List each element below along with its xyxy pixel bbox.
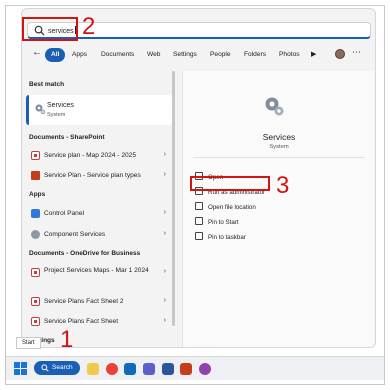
gear-icon: [31, 230, 40, 239]
search-icon: [41, 364, 49, 372]
list-item[interactable]: Service plan - Map 2024 - 2025 ›: [27, 147, 169, 165]
tab-people[interactable]: People: [206, 48, 235, 62]
results-scrollbar[interactable]: [172, 71, 175, 326]
detail-title: Services: [262, 132, 296, 142]
annotation-number-3: 3: [276, 172, 290, 199]
tab-folders[interactable]: Folders: [240, 48, 270, 62]
chrome-icon[interactable]: [106, 363, 118, 375]
list-item[interactable]: Service Plan - Service plan types ›: [27, 167, 169, 185]
chevron-right-icon[interactable]: ›: [164, 151, 166, 158]
chevron-right-icon[interactable]: ›: [164, 317, 166, 324]
open-file-location-action[interactable]: Open file location: [195, 202, 256, 214]
services-gear-icon: [35, 104, 46, 115]
word-icon[interactable]: [162, 363, 174, 375]
search-input[interactable]: services: [27, 22, 371, 39]
control-panel-icon: [31, 209, 40, 218]
pin-to-start-action[interactable]: Pin to Start: [195, 217, 239, 229]
tab-photos[interactable]: Photos: [275, 48, 304, 62]
filter-tabs: ← All Apps Documents Web Settings People…: [22, 45, 375, 65]
list-item[interactable]: Project Services Maps - Mar 1 2024 ›: [27, 264, 169, 288]
more-tabs-arrow-icon[interactable]: ▶: [307, 48, 320, 62]
pdf-icon: [31, 151, 40, 160]
chevron-right-icon[interactable]: ›: [164, 209, 166, 216]
annotation-number-2: 2: [82, 13, 96, 40]
results-list: Best match Services System Documents - S…: [22, 71, 175, 347]
folder-icon: [195, 202, 203, 210]
list-item[interactable]: Control Panel ›: [27, 205, 169, 223]
pin-to-taskbar-action[interactable]: Pin to taskbar: [195, 232, 246, 244]
tab-web[interactable]: Web: [143, 48, 164, 62]
app-icon[interactable]: [199, 363, 211, 375]
teams-icon[interactable]: [143, 363, 155, 375]
outlook-icon[interactable]: [124, 363, 136, 375]
pdf-icon: [31, 317, 40, 326]
tab-all[interactable]: All: [45, 48, 66, 62]
section-sharepoint: Documents - SharePoint: [29, 134, 105, 141]
detail-subtitle: System: [269, 144, 289, 150]
divider: [193, 157, 365, 158]
more-options-icon[interactable]: ⋯: [352, 47, 361, 58]
app-icon[interactable]: [180, 363, 192, 375]
pdf-icon: [31, 297, 40, 306]
powerpoint-icon: [31, 171, 40, 180]
best-match-subtitle: System: [47, 112, 66, 118]
tab-documents[interactable]: Documents: [97, 48, 138, 62]
pin-icon: [195, 232, 203, 240]
detail-pane: Services System Open Run as administrato…: [182, 71, 374, 347]
pin-icon: [195, 217, 203, 225]
tab-apps[interactable]: Apps: [68, 48, 91, 62]
windows-start-icon[interactable]: [14, 362, 27, 375]
chevron-right-icon[interactable]: ›: [164, 230, 166, 237]
list-item[interactable]: Service Plans Fact Sheet ›: [27, 313, 169, 331]
back-arrow-icon[interactable]: ←: [28, 46, 46, 60]
best-match-services[interactable]: Services System: [26, 95, 172, 125]
section-best-match: Best match: [29, 81, 65, 88]
list-item[interactable]: Component Services ›: [27, 226, 169, 244]
avatar[interactable]: [335, 49, 345, 59]
annotation-box-search: [22, 17, 78, 41]
section-apps: Apps: [29, 191, 46, 198]
chevron-right-icon[interactable]: ›: [164, 268, 166, 275]
list-item[interactable]: Service Plans Fact Sheet 2 ›: [27, 293, 169, 311]
services-app-icon: [265, 97, 284, 116]
annotation-box-run-as-admin: [190, 176, 270, 191]
section-onedrive: Documents - OneDrive for Business: [29, 250, 141, 257]
tab-settings[interactable]: Settings: [169, 48, 201, 62]
chevron-right-icon[interactable]: ›: [164, 297, 166, 304]
taskbar-search-button[interactable]: Search: [34, 361, 80, 375]
start-tooltip: Start: [16, 337, 41, 349]
pdf-icon: [31, 268, 40, 277]
best-match-title: Services: [47, 102, 74, 109]
file-explorer-icon[interactable]: [87, 363, 99, 375]
annotation-number-1: 1: [60, 326, 74, 353]
chevron-right-icon[interactable]: ›: [164, 171, 166, 178]
